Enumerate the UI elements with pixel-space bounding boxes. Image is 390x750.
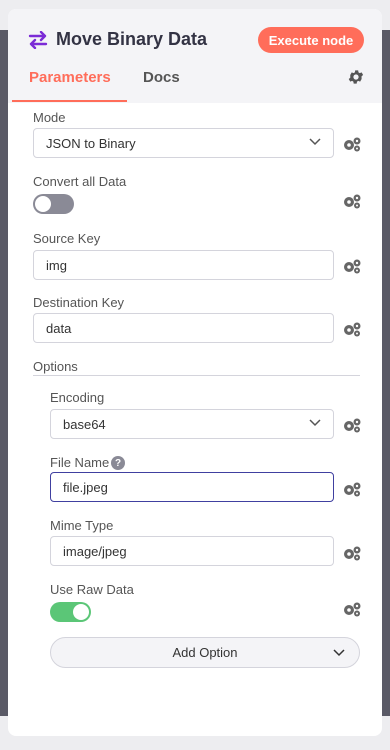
active-tab-indicator: [12, 100, 127, 102]
parameter-options-icon[interactable]: [342, 481, 362, 497]
source-key-input[interactable]: img: [33, 250, 334, 280]
node-title: Move Binary Data: [56, 29, 208, 49]
swap-arrows-icon: [28, 31, 48, 49]
add-option-button[interactable]: Add Option: [50, 637, 360, 668]
use-raw-data-label: Use Raw Data: [50, 582, 134, 597]
chevron-down-icon: [309, 419, 321, 427]
parameter-options-icon[interactable]: [342, 193, 362, 209]
convert-all-toggle[interactable]: [33, 194, 74, 214]
file-name-value: file.jpeg: [63, 479, 108, 495]
mime-type-input[interactable]: image/jpeg: [50, 536, 334, 566]
source-key-value: img: [46, 257, 67, 273]
options-divider: [33, 375, 360, 376]
parameter-options-icon[interactable]: [342, 601, 362, 617]
destination-key-label: Destination Key: [33, 295, 125, 310]
destination-key-input[interactable]: data: [33, 313, 334, 343]
node-parameters-panel: Move Binary Data Execute node Parameters…: [8, 9, 382, 736]
encoding-label: Encoding: [50, 390, 105, 405]
tab-docs[interactable]: Docs: [143, 69, 180, 103]
panel-tabs: Parameters Docs: [8, 69, 382, 103]
parameter-options-icon[interactable]: [342, 545, 362, 561]
panel-header: Move Binary Data Execute node Parameters…: [8, 9, 382, 103]
encoding-select[interactable]: base64: [50, 409, 334, 439]
parameter-options-icon[interactable]: [342, 417, 362, 433]
execute-node-button[interactable]: Execute node: [258, 27, 364, 53]
mode-value: JSON to Binary: [46, 135, 136, 151]
settings-gear-icon[interactable]: [347, 68, 365, 86]
parameter-options-icon[interactable]: [342, 136, 362, 152]
destination-key-value: data: [46, 320, 72, 336]
parameter-options-icon[interactable]: [342, 321, 362, 337]
file-name-label: File Name: [50, 455, 110, 470]
help-icon[interactable]: ?: [111, 456, 125, 470]
options-heading: Options: [33, 359, 78, 374]
use-raw-data-toggle[interactable]: [50, 602, 91, 622]
mime-type-value: image/jpeg: [63, 543, 127, 559]
file-name-input[interactable]: file.jpeg: [50, 472, 334, 502]
mode-label: Mode: [33, 110, 66, 125]
tab-parameters[interactable]: Parameters: [29, 69, 111, 103]
mode-select[interactable]: JSON to Binary: [33, 128, 334, 158]
chevron-down-icon: [333, 649, 345, 657]
toggle-knob: [35, 196, 51, 212]
add-option-label: Add Option: [172, 645, 238, 660]
chevron-down-icon: [309, 138, 321, 146]
source-key-label: Source Key: [33, 231, 101, 246]
convert-all-label: Convert all Data: [33, 174, 127, 189]
mime-type-label: Mime Type: [50, 518, 114, 533]
parameter-options-icon[interactable]: [342, 258, 362, 274]
toggle-knob: [73, 604, 89, 620]
encoding-value: base64: [63, 416, 106, 432]
